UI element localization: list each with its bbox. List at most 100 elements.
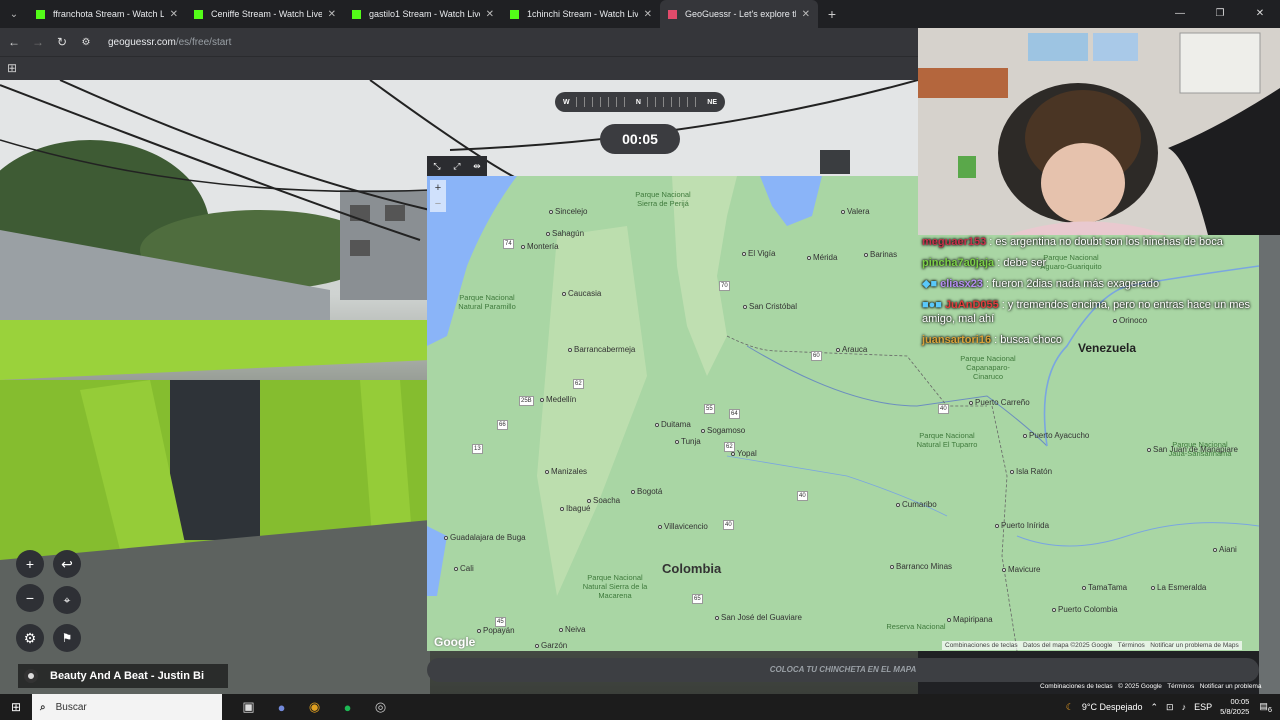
- undo-move-button[interactable]: ↩: [53, 550, 81, 578]
- city-label: Neiva: [565, 625, 586, 634]
- browser-tab[interactable]: gastilo1 Stream - Watch Live on ✕: [344, 0, 502, 28]
- browser-tab[interactable]: Ceniffe Stream - Watch Live on ✕: [186, 0, 344, 28]
- url-field[interactable]: geoguessr.com/es/free/start: [108, 37, 231, 48]
- map-attribution: Combinaciones de teclas Datos del mapa ©…: [942, 641, 1242, 650]
- tab-favicon-icon: [36, 9, 45, 19]
- tab-close-icon[interactable]: ✕: [802, 9, 810, 20]
- minus-icon: −: [25, 590, 35, 606]
- browser-tab[interactable]: 1chinchi Stream - Watch Live on ✕: [502, 0, 660, 28]
- city-dot: [655, 423, 659, 427]
- map-zoom-out-button[interactable]: −: [430, 196, 446, 212]
- tab-search-icon[interactable]: ⌄: [0, 0, 28, 28]
- city-label: Popayán: [483, 626, 515, 635]
- city-dot: [1010, 470, 1014, 474]
- settings-button[interactable]: ⚙: [16, 624, 44, 652]
- city-label: Tunja: [681, 437, 701, 446]
- tab-favicon-icon: [668, 9, 677, 19]
- tab-close-icon[interactable]: ✕: [170, 9, 178, 20]
- chat-username[interactable]: meguaer153: [922, 236, 986, 248]
- zoom-in-button[interactable]: +: [16, 550, 44, 578]
- city-label: Barinas: [870, 250, 898, 259]
- city-dot: [540, 398, 544, 402]
- country-label-overlay: Venezuela: [1078, 341, 1280, 356]
- park-label: Parque Nacional Capanaparo-Cinaruco: [960, 354, 1016, 381]
- place-pin-button[interactable]: COLOCA TU CHINCHETA EN EL MAPA: [427, 658, 1259, 682]
- attrib-terms-link[interactable]: Términos: [1118, 642, 1145, 649]
- compass-ticks: [575, 97, 630, 107]
- restore-icon[interactable]: ❐: [1200, 0, 1240, 28]
- road-shield: 74: [503, 239, 514, 249]
- reload-icon[interactable]: ↻: [50, 35, 74, 49]
- attrib-report-link[interactable]: Notificar un problema de Maps: [1150, 642, 1239, 649]
- language-indicator[interactable]: ESP: [1194, 702, 1212, 712]
- forward-icon[interactable]: →: [26, 35, 50, 49]
- network-icon[interactable]: ⊡: [1166, 702, 1174, 713]
- minimize-icon[interactable]: —: [1160, 0, 1200, 28]
- tab-close-icon[interactable]: ✕: [644, 9, 652, 20]
- city-dot: [658, 525, 662, 529]
- overlay-report[interactable]: Notificar un problema: [1200, 683, 1262, 690]
- checkpoint-flag-button[interactable]: ⚑: [53, 624, 81, 652]
- new-tab-button[interactable]: +: [818, 6, 846, 22]
- venezuela-label: Venezuela: [1078, 341, 1137, 355]
- road-shield: 60: [811, 351, 822, 361]
- volume-icon[interactable]: ♪: [1182, 702, 1187, 712]
- overlay-shortcuts[interactable]: Combinaciones de teclas: [1040, 683, 1113, 690]
- clock-date: 5/8/2025: [1220, 707, 1250, 716]
- city-label: Puerto Ayacucho: [1029, 431, 1090, 440]
- city-label: Sincelejo: [555, 207, 588, 216]
- chat-text: : debe ser: [997, 257, 1047, 269]
- city-dot: [444, 536, 448, 540]
- attrib-data: Datos del mapa ©2025 Google: [1023, 642, 1113, 649]
- close-window-icon[interactable]: ✕: [1240, 0, 1280, 28]
- zoom-out-button[interactable]: −: [16, 584, 44, 612]
- site-info-icon[interactable]: ⚙: [74, 37, 98, 48]
- city-label: Isla Ratón: [1016, 467, 1053, 476]
- tray-chevron-icon[interactable]: ⌃: [1151, 702, 1159, 713]
- clock[interactable]: 00:05 5/8/2025: [1220, 697, 1249, 717]
- map-zoom-in-button[interactable]: +: [430, 180, 446, 196]
- apps-grid-icon[interactable]: ⊞: [7, 61, 17, 75]
- chat-username[interactable]: pincha7a0jaja: [922, 257, 994, 269]
- road-shield: 55: [704, 404, 715, 414]
- chat-username[interactable]: JuAnD055: [945, 299, 999, 311]
- road-shield: 70: [719, 281, 730, 291]
- browser-tab[interactable]: GeoGuessr - Let's explore the w ✕: [660, 0, 818, 28]
- city-dot: [1082, 586, 1086, 590]
- chrome-icon[interactable]: ◉: [298, 699, 331, 715]
- city-label: Aiani: [1219, 545, 1237, 554]
- spotify-icon[interactable]: ●: [331, 700, 364, 715]
- park-label: Parque Nacional Jaua-Sarisariñama: [1168, 440, 1232, 458]
- plus-icon: +: [25, 556, 35, 572]
- city-label: Puerto Colombia: [1058, 605, 1118, 614]
- park-label: Reserva Nacional: [886, 622, 946, 631]
- map-expand-icon[interactable]: ⤢: [453, 161, 460, 172]
- discord-icon[interactable]: ●: [265, 700, 298, 715]
- map-shrink-icon[interactable]: ⤡: [433, 161, 440, 172]
- city-label: El Vigía: [748, 249, 776, 258]
- notification-icon[interactable]: ▤6: [1259, 701, 1272, 714]
- city-label: Mérida: [813, 253, 838, 262]
- obs-icon[interactable]: ◎: [364, 699, 397, 715]
- right-edge-stream-strip: [1259, 235, 1280, 694]
- browser-tab-bar: ⌄ ffranchota Stream - Watch Live✕Ceniffe…: [0, 0, 1280, 28]
- browser-tab[interactable]: ffranchota Stream - Watch Live ✕: [28, 0, 186, 28]
- overlay-terms[interactable]: Términos: [1167, 683, 1194, 690]
- back-icon[interactable]: ←: [2, 35, 26, 49]
- map-pin-icon[interactable]: ⇹: [473, 161, 481, 172]
- tab-close-icon[interactable]: ✕: [328, 9, 336, 20]
- road-shield: 40: [938, 404, 949, 414]
- undo-icon: ↩: [61, 555, 73, 572]
- chat-username[interactable]: eliasx23: [940, 278, 983, 290]
- tab-close-icon[interactable]: ✕: [486, 9, 494, 20]
- attrib-shortcuts-link[interactable]: Combinaciones de teclas: [945, 642, 1018, 649]
- city-dot: [560, 507, 564, 511]
- windows-start-icon[interactable]: ⊞: [0, 700, 32, 714]
- taskbar-search[interactable]: ⌕ Buscar: [32, 694, 222, 720]
- return-to-start-button[interactable]: ⌖: [53, 586, 81, 614]
- windows-taskbar: ⊞ ⌕ Buscar ▣ ● ◉ ● ◎ ☾ 9°C Despejado ⌃ ⊡ …: [0, 694, 1280, 720]
- weather-text[interactable]: 9°C Despejado: [1082, 702, 1143, 712]
- city-dot: [1052, 608, 1056, 612]
- chat-username[interactable]: juansartori16: [922, 334, 991, 346]
- task-view-icon[interactable]: ▣: [232, 699, 265, 715]
